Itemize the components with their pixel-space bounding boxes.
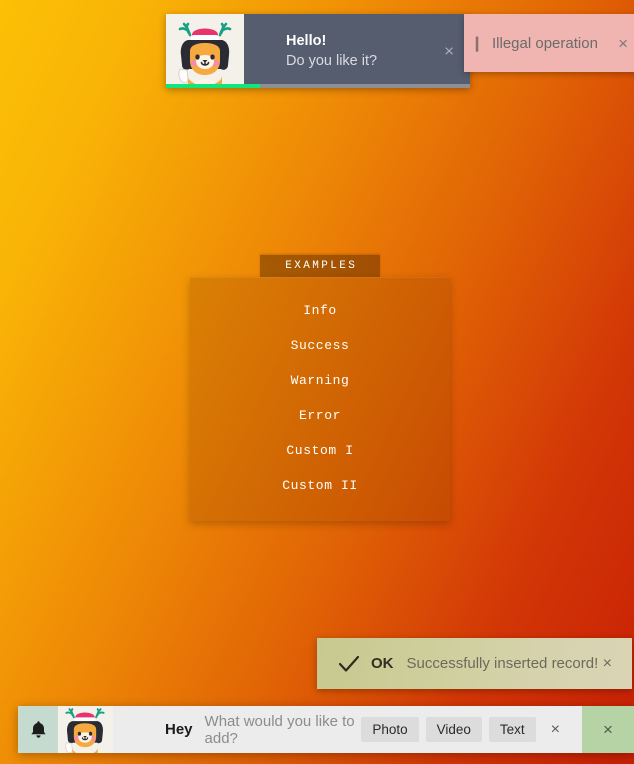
warning-icon: ❙ bbox=[470, 35, 484, 52]
success-toast[interactable]: OK Successfully inserted record! × bbox=[317, 638, 632, 689]
hello-toast-body: Hello! Do you like it? × bbox=[244, 14, 470, 88]
bell-icon bbox=[30, 720, 47, 739]
hello-toast[interactable]: Hello! Do you like it? × bbox=[166, 14, 470, 88]
photo-button[interactable]: Photo bbox=[361, 717, 419, 742]
illegal-operation-text: Illegal operation bbox=[492, 34, 598, 52]
notification-bell-button[interactable] bbox=[18, 706, 58, 753]
close-icon[interactable]: × bbox=[618, 35, 628, 52]
shiba-reindeer-avatar bbox=[166, 14, 244, 88]
hello-toast-title: Hello! bbox=[286, 32, 327, 49]
examples-menu: EXAMPLES Info Success Warning Error Cust… bbox=[190, 255, 450, 521]
menu-item-custom-i[interactable]: Custom I bbox=[190, 433, 450, 468]
shiba-reindeer-avatar bbox=[58, 706, 113, 753]
snackbar-prompt: What would you like to add? bbox=[204, 712, 355, 747]
success-toast-message: Successfully inserted record! bbox=[406, 655, 599, 672]
check-icon bbox=[338, 653, 360, 675]
snackbar-content: Hey What would you like to add? Photo Vi… bbox=[113, 706, 582, 753]
menu-item-success[interactable]: Success bbox=[190, 328, 450, 363]
text-button[interactable]: Text bbox=[488, 717, 536, 742]
bottom-snackbar: Hey What would you like to add? Photo Vi… bbox=[18, 706, 634, 753]
close-icon: × bbox=[603, 720, 613, 739]
snackbar-greeting: Hey bbox=[165, 721, 193, 738]
examples-menu-panel: Info Success Warning Error Custom I Cust… bbox=[190, 277, 450, 521]
hello-toast-subtitle: Do you like it? bbox=[286, 52, 378, 69]
menu-item-error[interactable]: Error bbox=[190, 398, 450, 433]
dismiss-button[interactable]: × bbox=[582, 706, 634, 753]
success-toast-label: OK bbox=[371, 655, 394, 672]
menu-item-info[interactable]: Info bbox=[190, 293, 450, 328]
examples-menu-title: EXAMPLES bbox=[260, 255, 380, 277]
illegal-operation-toast[interactable]: ❙ Illegal operation × bbox=[464, 14, 634, 72]
video-button[interactable]: Video bbox=[425, 717, 482, 742]
menu-item-warning[interactable]: Warning bbox=[190, 363, 450, 398]
menu-item-custom-ii[interactable]: Custom II bbox=[190, 468, 450, 503]
progress-bar bbox=[166, 84, 261, 88]
close-icon[interactable]: × bbox=[603, 655, 612, 672]
close-icon[interactable]: × bbox=[444, 43, 454, 60]
close-icon[interactable]: × bbox=[551, 721, 560, 738]
